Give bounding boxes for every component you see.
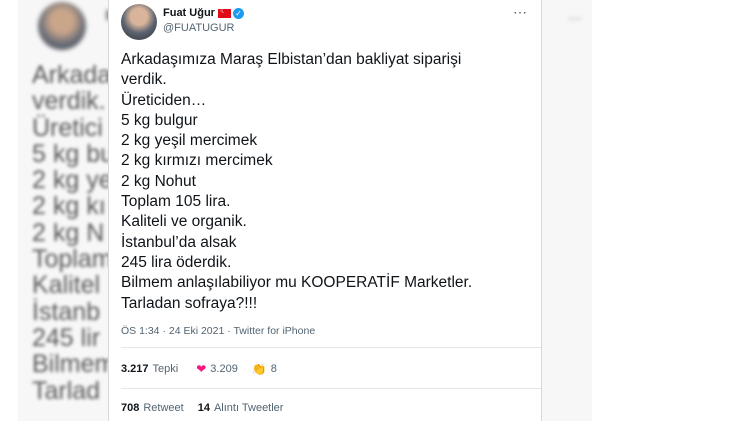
divider [121,347,541,348]
tweet-line: 2 kg yeşil mercimek [121,132,258,150]
blurred-tweet-text: Arkada verdik. Üretici 5 kg bu 2 kg ye 2… [32,62,115,404]
blurred-line: Kalitel [32,271,101,300]
more-options-icon[interactable]: ⋯ [513,4,528,21]
blurred-line: Bilmem [32,350,116,379]
tweet-line: 2 kg kırmızı mercimek [121,152,273,170]
heart-icon: ❤ [196,362,207,376]
blurred-line: Toplam [32,245,113,274]
blurred-line: 245 lir [32,323,101,352]
avatar[interactable] [121,4,157,40]
clap-count: 8 [270,363,277,375]
blurred-line: Üretici [32,113,103,142]
tweet-line: 245 lira öderdik. [121,253,232,271]
blurred-line: verdik. [32,87,106,116]
tweet-text: Arkadaşımıza Maraş Elbistan’dan bakliyat… [121,50,531,314]
turkey-flag-icon [217,6,231,18]
tweet-line: Tarladan sofraya?!!! [121,294,258,312]
blurred-line: Arkada [32,61,112,89]
tweet-line: Arkadaşımıza Maraş Elbistan’dan bakliyat… [121,51,462,68]
tweet-timestamp[interactable]: ÖS 1:34 · 24 Eki 2021 · Twitter for iPho… [121,325,315,337]
blurred-line: 5 kg bu [32,139,115,168]
tweet-line: verdik. [121,71,167,89]
author-name[interactable]: Fuat Uğur [163,7,215,19]
verified-badge-icon: ✓ [232,7,244,19]
retweet-count[interactable]: 708 [121,402,139,414]
divider [121,388,541,389]
retweet-label[interactable]: Retweet [143,402,183,414]
blurred-line: 2 kg N [32,218,105,247]
blurred-avatar [38,2,86,50]
blurred-more-icon: ⋯ [568,10,582,26]
retweet-stats-row: 708 Retweet 14 Alıntı Tweetler [121,402,283,414]
tweet-line: İstanbul’da alsak [121,233,237,251]
blurred-background-right: ⋯ [540,0,592,421]
tweet-line: Bilmem anlaşılabiliyor mu KOOPERATİF Mar… [121,274,473,292]
clap-icon: 👏 [251,362,267,376]
tweet-line: Toplam 105 lira. [121,193,231,211]
author-handle[interactable]: @FUATUGUR [163,22,234,34]
tweet-line: 5 kg bulgur [121,111,198,129]
tweet-line: Kaliteli ve organik. [121,213,247,231]
quote-count[interactable]: 14 [198,402,210,414]
reactions-row[interactable]: 3.217 Tepki ❤ 3.209 👏 8 [121,362,277,376]
reactions-count: 3.217 [121,363,149,375]
blurred-line: 2 kg kı [32,192,106,221]
tweet-card: Fuat Uğur ✓ @FUATUGUR ⋯ Arkadaşımıza Mar… [108,0,542,421]
tweet-line: 2 kg Nohut [121,172,196,190]
blurred-line: Tarlad [32,376,101,405]
reactions-label: Tepki [152,363,179,375]
heart-count: 3.209 [210,363,238,375]
blurred-line: İstanb [32,297,101,326]
quote-label[interactable]: Alıntı Tweetler [214,402,284,414]
author-row: Fuat Uğur ✓ [163,6,244,19]
blurred-line: 2 kg ye [32,166,113,195]
tweet-line: Üreticiden… [121,91,207,109]
